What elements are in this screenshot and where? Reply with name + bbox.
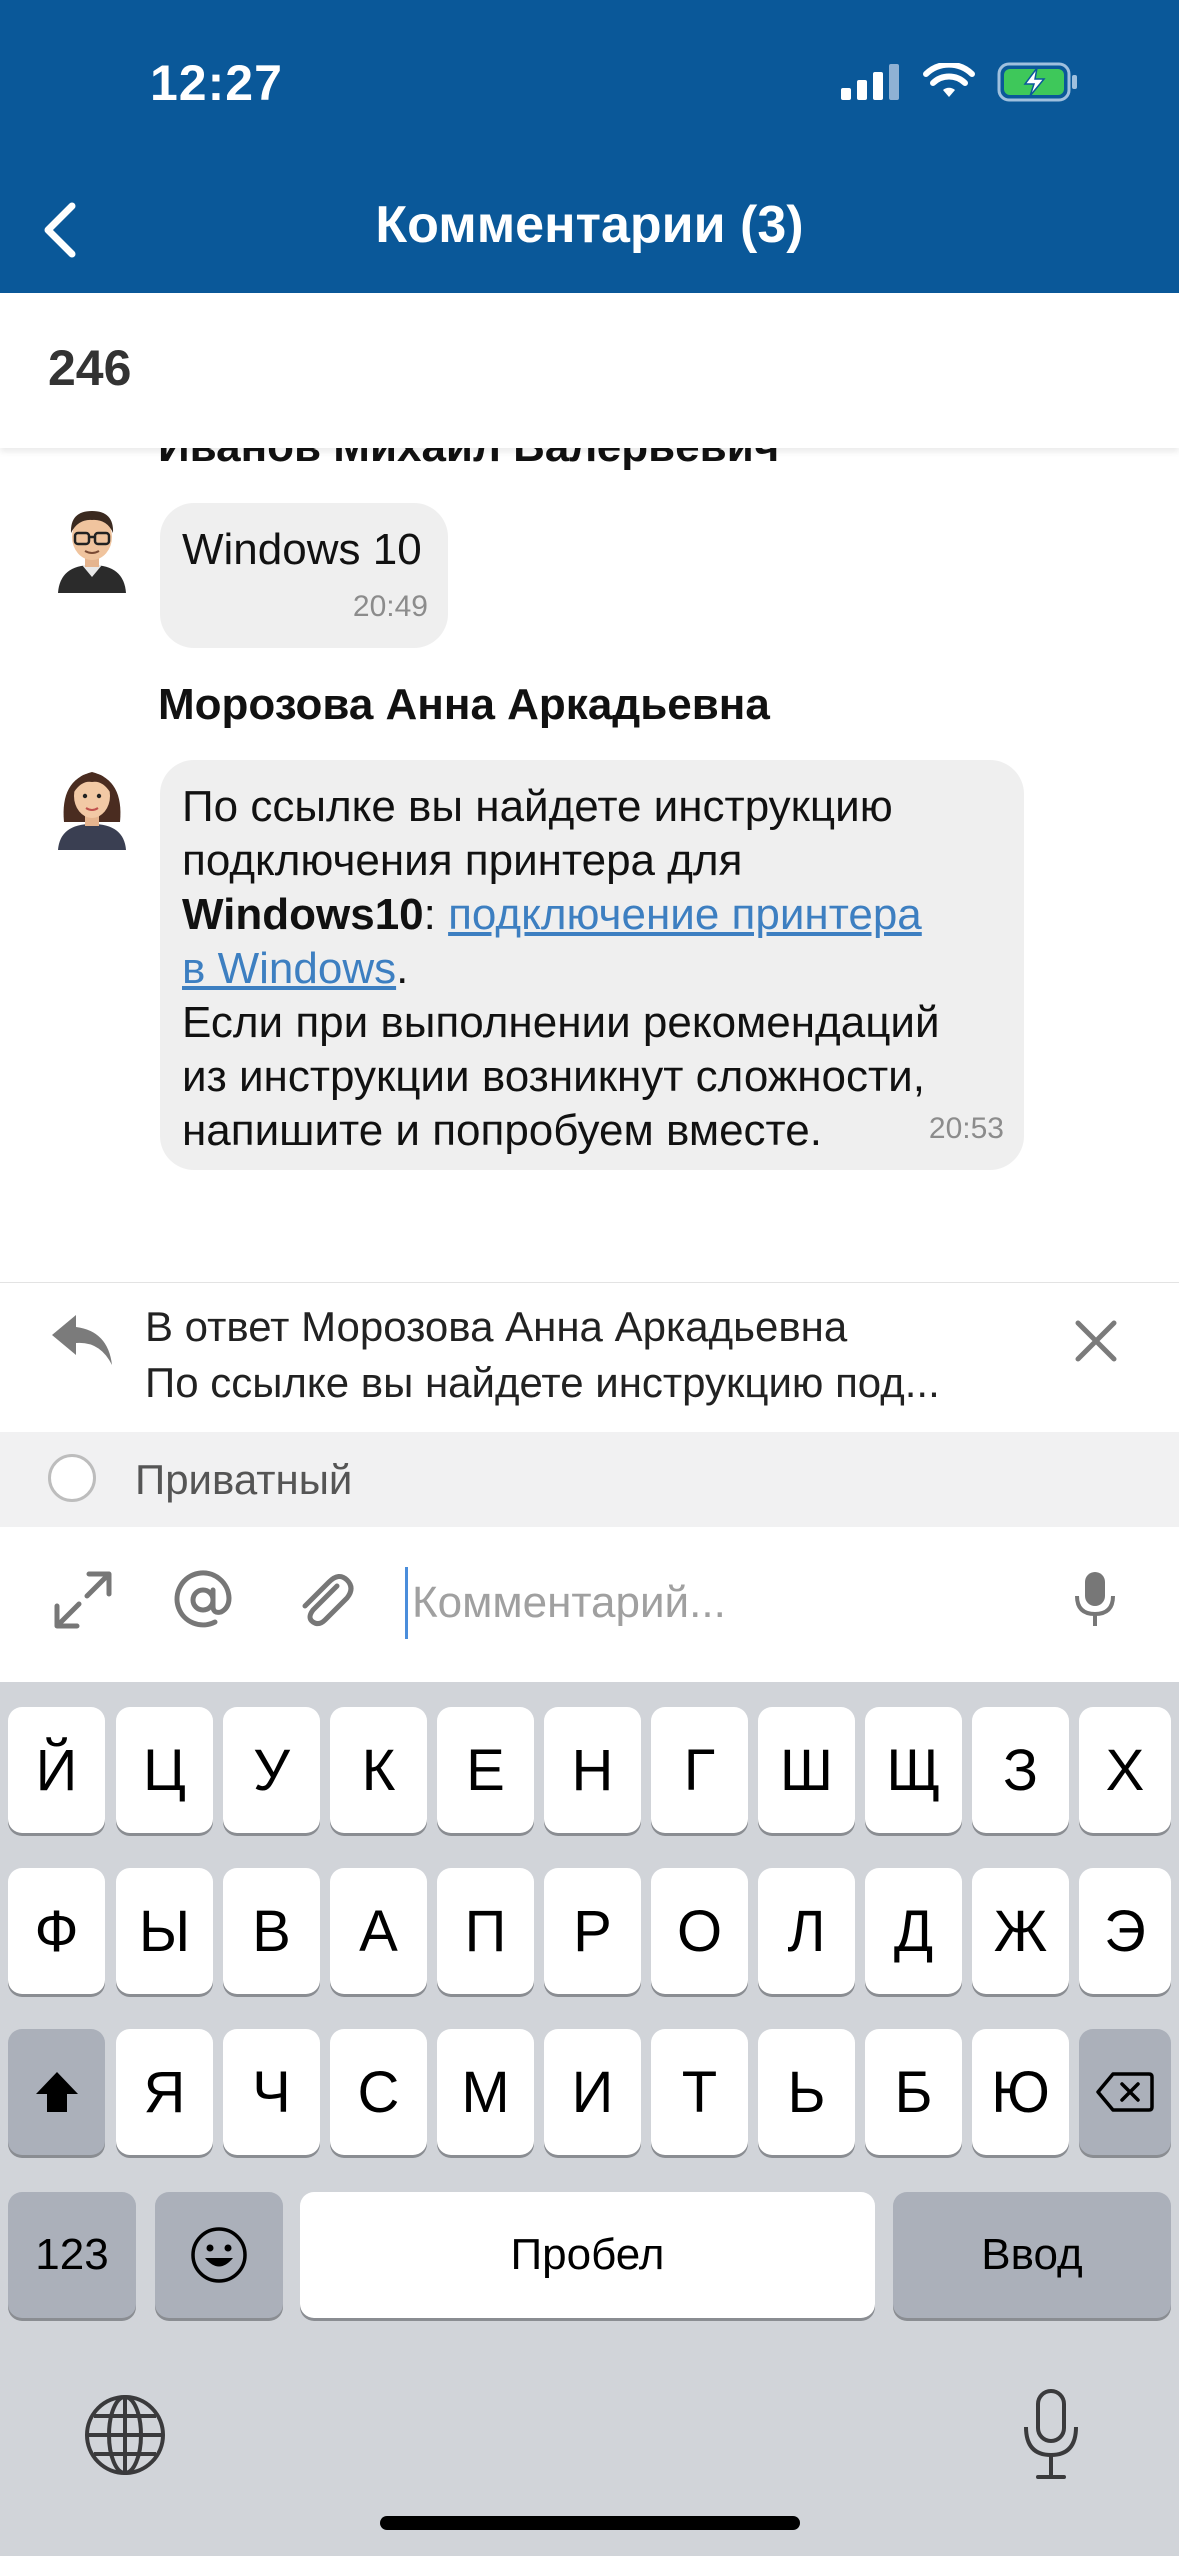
message-line: По ссылке вы найдете инструкцию <box>182 782 893 831</box>
message-author: Иванов Михаил Валерьевич <box>158 448 779 472</box>
key[interactable]: Ч <box>223 2029 320 2155</box>
private-toggle-row[interactable]: Приватный <box>0 1432 1179 1527</box>
status-icons <box>839 62 1079 102</box>
key[interactable]: Ж <box>972 1868 1069 1994</box>
microphone-icon <box>1075 1572 1115 1626</box>
key[interactable]: И <box>544 2029 641 2155</box>
reply-title: В ответ Морозова Анна Аркадьевна <box>145 1303 848 1350</box>
message-bold-text: Windows10 <box>182 890 424 939</box>
private-label: Приватный <box>135 1456 353 1503</box>
key[interactable]: С <box>330 2029 427 2155</box>
shift-key[interactable] <box>8 2029 105 2155</box>
expand-button[interactable] <box>48 1565 118 1635</box>
avatar-male-icon <box>58 511 126 593</box>
close-icon[interactable] <box>1068 1313 1124 1369</box>
at-sign-icon <box>174 1570 232 1628</box>
reply-arrow-icon <box>52 1315 112 1365</box>
expand-icon <box>54 1571 112 1629</box>
home-indicator <box>380 2516 800 2530</box>
key[interactable]: Щ <box>865 1707 962 1833</box>
key[interactable]: Л <box>758 1868 855 1994</box>
message-time: 20:49 <box>352 590 428 623</box>
message-text: . <box>396 944 409 993</box>
reply-preview: В ответ Морозова Анна Аркадьевна По ссыл… <box>0 1282 1179 1433</box>
emoji-icon <box>191 2227 247 2283</box>
key[interactable]: Е <box>437 1707 534 1833</box>
key[interactable]: У <box>223 1707 320 1833</box>
globe-icon[interactable] <box>82 2392 168 2478</box>
key[interactable]: Ц <box>116 1707 213 1833</box>
shift-icon <box>35 2072 78 2112</box>
key[interactable]: Т <box>651 2029 748 2155</box>
attach-button[interactable] <box>290 1565 360 1635</box>
instruction-link[interactable]: в Windows <box>182 944 396 993</box>
backspace-key[interactable] <box>1079 2029 1171 2155</box>
message-line: напишите и попробуем вместе. <box>182 1106 822 1155</box>
key[interactable]: Ш <box>758 1707 855 1833</box>
paperclip-icon <box>302 1574 354 1627</box>
key[interactable]: Э <box>1079 1868 1171 1994</box>
status-time: 12:27 <box>150 55 283 111</box>
message-line: Если при выполнении рекомендаций <box>182 998 940 1047</box>
emoji-key[interactable] <box>155 2192 283 2318</box>
key[interactable]: Н <box>544 1707 641 1833</box>
avatar-female-icon <box>58 772 126 850</box>
message-author: Морозова Анна Аркадьевна <box>158 680 770 729</box>
key[interactable]: К <box>330 1707 427 1833</box>
key[interactable]: Я <box>116 2029 213 2155</box>
return-key[interactable]: Ввод <box>893 2192 1171 2318</box>
instruction-link[interactable]: подключение принтера <box>448 890 922 939</box>
private-radio[interactable] <box>48 1454 96 1502</box>
space-key[interactable]: Пробел <box>300 2192 875 2318</box>
key[interactable]: Ю <box>972 2029 1069 2155</box>
key[interactable]: З <box>972 1707 1069 1833</box>
message-time: 20:53 <box>928 1112 1004 1145</box>
message-bubble[interactable]: Windows 10 20:49 <box>160 503 448 648</box>
dictation-microphone-icon[interactable] <box>1018 2387 1084 2483</box>
ticket-number: 246 <box>48 340 132 396</box>
key[interactable]: Д <box>865 1868 962 1994</box>
key[interactable]: П <box>437 1868 534 1994</box>
key[interactable]: Х <box>1079 1707 1171 1833</box>
backspace-icon <box>1096 2072 1154 2112</box>
message-line: подключения принтера для <box>182 836 743 885</box>
app-header: 12:27 Комментарии (3) <box>0 0 1179 293</box>
message-line: из инструкции возникнут сложности, <box>182 1052 925 1101</box>
message-list[interactable]: Иванов Михаил Валерьевич Windows 10 20:4… <box>0 448 1179 1278</box>
mention-button[interactable] <box>168 1565 238 1635</box>
message-bubble[interactable]: По ссылке вы найдете инструкцию подключе… <box>160 760 1024 1170</box>
on-screen-keyboard: Й Ц У К Е Н Г Ш Щ З Х Ф Ы В А П Р О Л Д … <box>0 1682 1179 2556</box>
key[interactable]: Ы <box>116 1868 213 1994</box>
battery-charging-icon <box>997 62 1077 102</box>
wifi-icon <box>923 63 975 97</box>
key[interactable]: Г <box>651 1707 748 1833</box>
key[interactable]: М <box>437 2029 534 2155</box>
comment-composer <box>0 1527 1179 1682</box>
message-text: : <box>423 890 449 939</box>
numbers-key[interactable]: 123 <box>8 2192 136 2318</box>
reply-text: По ссылке вы найдете инструкцию под... <box>145 1359 940 1406</box>
page-title: Комментарии (3) <box>375 196 804 254</box>
key[interactable]: В <box>223 1868 320 1994</box>
key[interactable]: Р <box>544 1868 641 1994</box>
key[interactable]: Й <box>8 1707 105 1833</box>
key[interactable]: Ь <box>758 2029 855 2155</box>
key[interactable]: Ф <box>8 1868 105 1994</box>
key[interactable]: О <box>651 1868 748 1994</box>
key[interactable]: Б <box>865 2029 962 2155</box>
signal-icon <box>841 64 899 100</box>
ticket-bar: 246 <box>0 293 1179 448</box>
voice-input-button[interactable] <box>1060 1565 1130 1635</box>
key[interactable]: А <box>330 1868 427 1994</box>
comment-input[interactable] <box>405 1567 1054 1639</box>
message-text: Windows 10 <box>182 525 422 574</box>
